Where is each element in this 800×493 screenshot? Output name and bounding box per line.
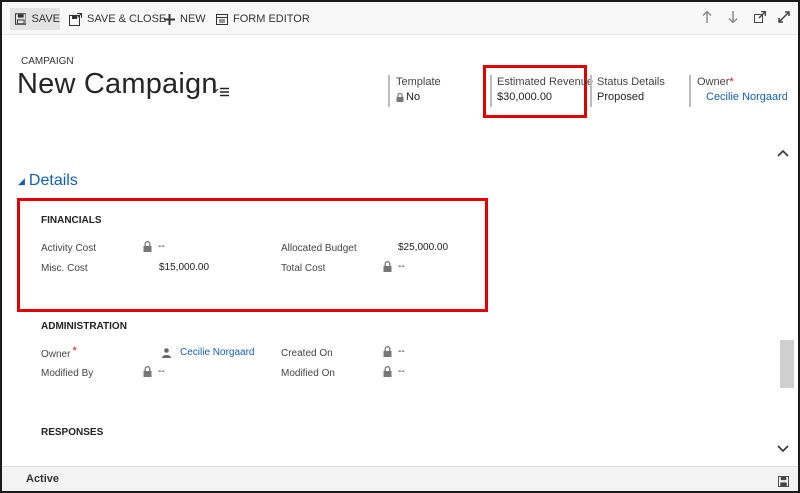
save-label: SAVE bbox=[31, 13, 60, 25]
misc-cost-label: Misc. Cost bbox=[41, 263, 88, 274]
estimated-revenue-value: $30,000.00 bbox=[497, 91, 553, 103]
new-button[interactable]: NEW bbox=[164, 8, 206, 30]
lock-icon bbox=[143, 241, 152, 252]
previous-record-button[interactable] bbox=[702, 10, 712, 26]
lock-icon bbox=[143, 366, 152, 377]
total-cost-label: Total Cost bbox=[281, 263, 326, 274]
modified-on-value-text: -- bbox=[398, 366, 405, 377]
details-section-toggle[interactable]: ◢ Details bbox=[18, 172, 78, 190]
command-bar: SAVE SAVE & CLOSE NEW FORM EDITOR bbox=[2, 2, 798, 35]
status-details-value: Proposed bbox=[597, 91, 645, 103]
save-icon bbox=[15, 13, 27, 25]
created-on-value-text: -- bbox=[398, 346, 405, 357]
form-selector-button[interactable] bbox=[213, 84, 230, 102]
scrollbar-thumb[interactable] bbox=[780, 340, 794, 388]
save-button[interactable]: SAVE bbox=[10, 8, 60, 30]
required-marker: * bbox=[72, 345, 77, 357]
header-field-template: Template No bbox=[396, 76, 441, 103]
save-icon bbox=[778, 476, 789, 487]
arrow-down-icon bbox=[728, 11, 738, 24]
created-on-value: -- bbox=[383, 346, 405, 357]
responses-title: RESPONSES bbox=[41, 427, 104, 438]
activity-cost-value: -- bbox=[143, 241, 165, 252]
lock-icon bbox=[383, 346, 392, 357]
owner-link[interactable]: Cecilie Norgaard bbox=[697, 91, 787, 103]
lock-icon bbox=[396, 92, 404, 102]
modified-on-label: Modified On bbox=[281, 368, 335, 379]
details-section-label: Details bbox=[28, 172, 78, 189]
entity-type-label: CAMPAIGN bbox=[21, 56, 74, 67]
status-bar: Active bbox=[2, 466, 798, 491]
scroll-down-button[interactable] bbox=[777, 442, 789, 456]
lock-icon bbox=[383, 261, 392, 272]
menu-icon bbox=[213, 87, 229, 97]
header-separator bbox=[689, 75, 691, 107]
footer-save-button[interactable] bbox=[778, 474, 789, 492]
user-icon bbox=[162, 347, 171, 358]
total-cost-value: -- bbox=[383, 261, 405, 272]
admin-owner-link[interactable]: Cecilie Norgaard bbox=[162, 347, 254, 358]
chevron-up-icon bbox=[777, 149, 789, 157]
popout-button[interactable] bbox=[754, 10, 767, 26]
estimated-revenue-label: Estimated Revenue bbox=[497, 76, 593, 88]
header-separator bbox=[490, 75, 492, 107]
lock-icon bbox=[383, 366, 392, 377]
popout-icon bbox=[754, 10, 767, 23]
allocated-budget-label: Allocated Budget bbox=[281, 243, 357, 254]
template-value-text: No bbox=[406, 91, 421, 103]
save-close-button[interactable]: SAVE & CLOSE bbox=[69, 8, 166, 30]
total-cost-value-text: -- bbox=[398, 261, 405, 272]
required-marker: * bbox=[729, 76, 734, 88]
save-close-label: SAVE & CLOSE bbox=[87, 13, 167, 25]
plus-icon bbox=[164, 13, 175, 25]
collapse-triangle-icon: ◢ bbox=[18, 175, 25, 186]
activity-cost-value-text: -- bbox=[158, 241, 165, 252]
administration-title: ADMINISTRATION bbox=[41, 321, 127, 332]
save-close-icon bbox=[69, 12, 82, 26]
misc-cost-value[interactable]: $15,000.00 bbox=[159, 262, 209, 273]
owner-value: Cecilie Norgaard bbox=[706, 91, 787, 103]
maximize-button[interactable] bbox=[778, 11, 790, 26]
template-label: Template bbox=[396, 76, 441, 88]
header-field-estimated-revenue: Estimated Revenue $30,000.00 bbox=[497, 76, 593, 103]
modified-by-value: -- bbox=[143, 366, 165, 377]
form-editor-button[interactable]: FORM EDITOR bbox=[216, 8, 310, 30]
header-field-owner: Owner* Cecilie Norgaard bbox=[697, 76, 787, 103]
created-on-label: Created On bbox=[281, 348, 333, 359]
modified-by-label: Modified By bbox=[41, 368, 94, 379]
chevron-down-icon bbox=[777, 445, 789, 453]
new-label: NEW bbox=[180, 13, 206, 25]
modified-on-value: -- bbox=[383, 366, 405, 377]
admin-owner-label-text: Owner bbox=[41, 349, 71, 360]
page-title: New Campaign bbox=[17, 68, 218, 100]
admin-owner-value: Cecilie Norgaard bbox=[180, 347, 255, 358]
form-editor-icon bbox=[216, 13, 228, 25]
template-value: No bbox=[396, 91, 441, 103]
status-details-label: Status Details bbox=[597, 76, 665, 88]
modified-by-value-text: -- bbox=[158, 366, 165, 377]
header-field-status-details: Status Details Proposed bbox=[597, 76, 665, 103]
next-record-button[interactable] bbox=[728, 11, 738, 26]
owner-label-text: Owner bbox=[697, 76, 730, 88]
header-separator bbox=[388, 75, 390, 107]
form-editor-label: FORM EDITOR bbox=[233, 13, 310, 25]
record-status: Active bbox=[26, 473, 60, 485]
activity-cost-label: Activity Cost bbox=[41, 243, 97, 254]
admin-owner-label: Owner * bbox=[41, 345, 77, 360]
owner-label: Owner* bbox=[697, 76, 787, 88]
header-separator bbox=[590, 75, 592, 107]
maximize-icon bbox=[778, 11, 790, 23]
arrow-up-icon bbox=[702, 10, 712, 23]
scroll-up-button[interactable] bbox=[777, 146, 789, 160]
allocated-budget-value[interactable]: $25,000.00 bbox=[398, 242, 448, 253]
financials-title: FINANCIALS bbox=[41, 215, 102, 226]
